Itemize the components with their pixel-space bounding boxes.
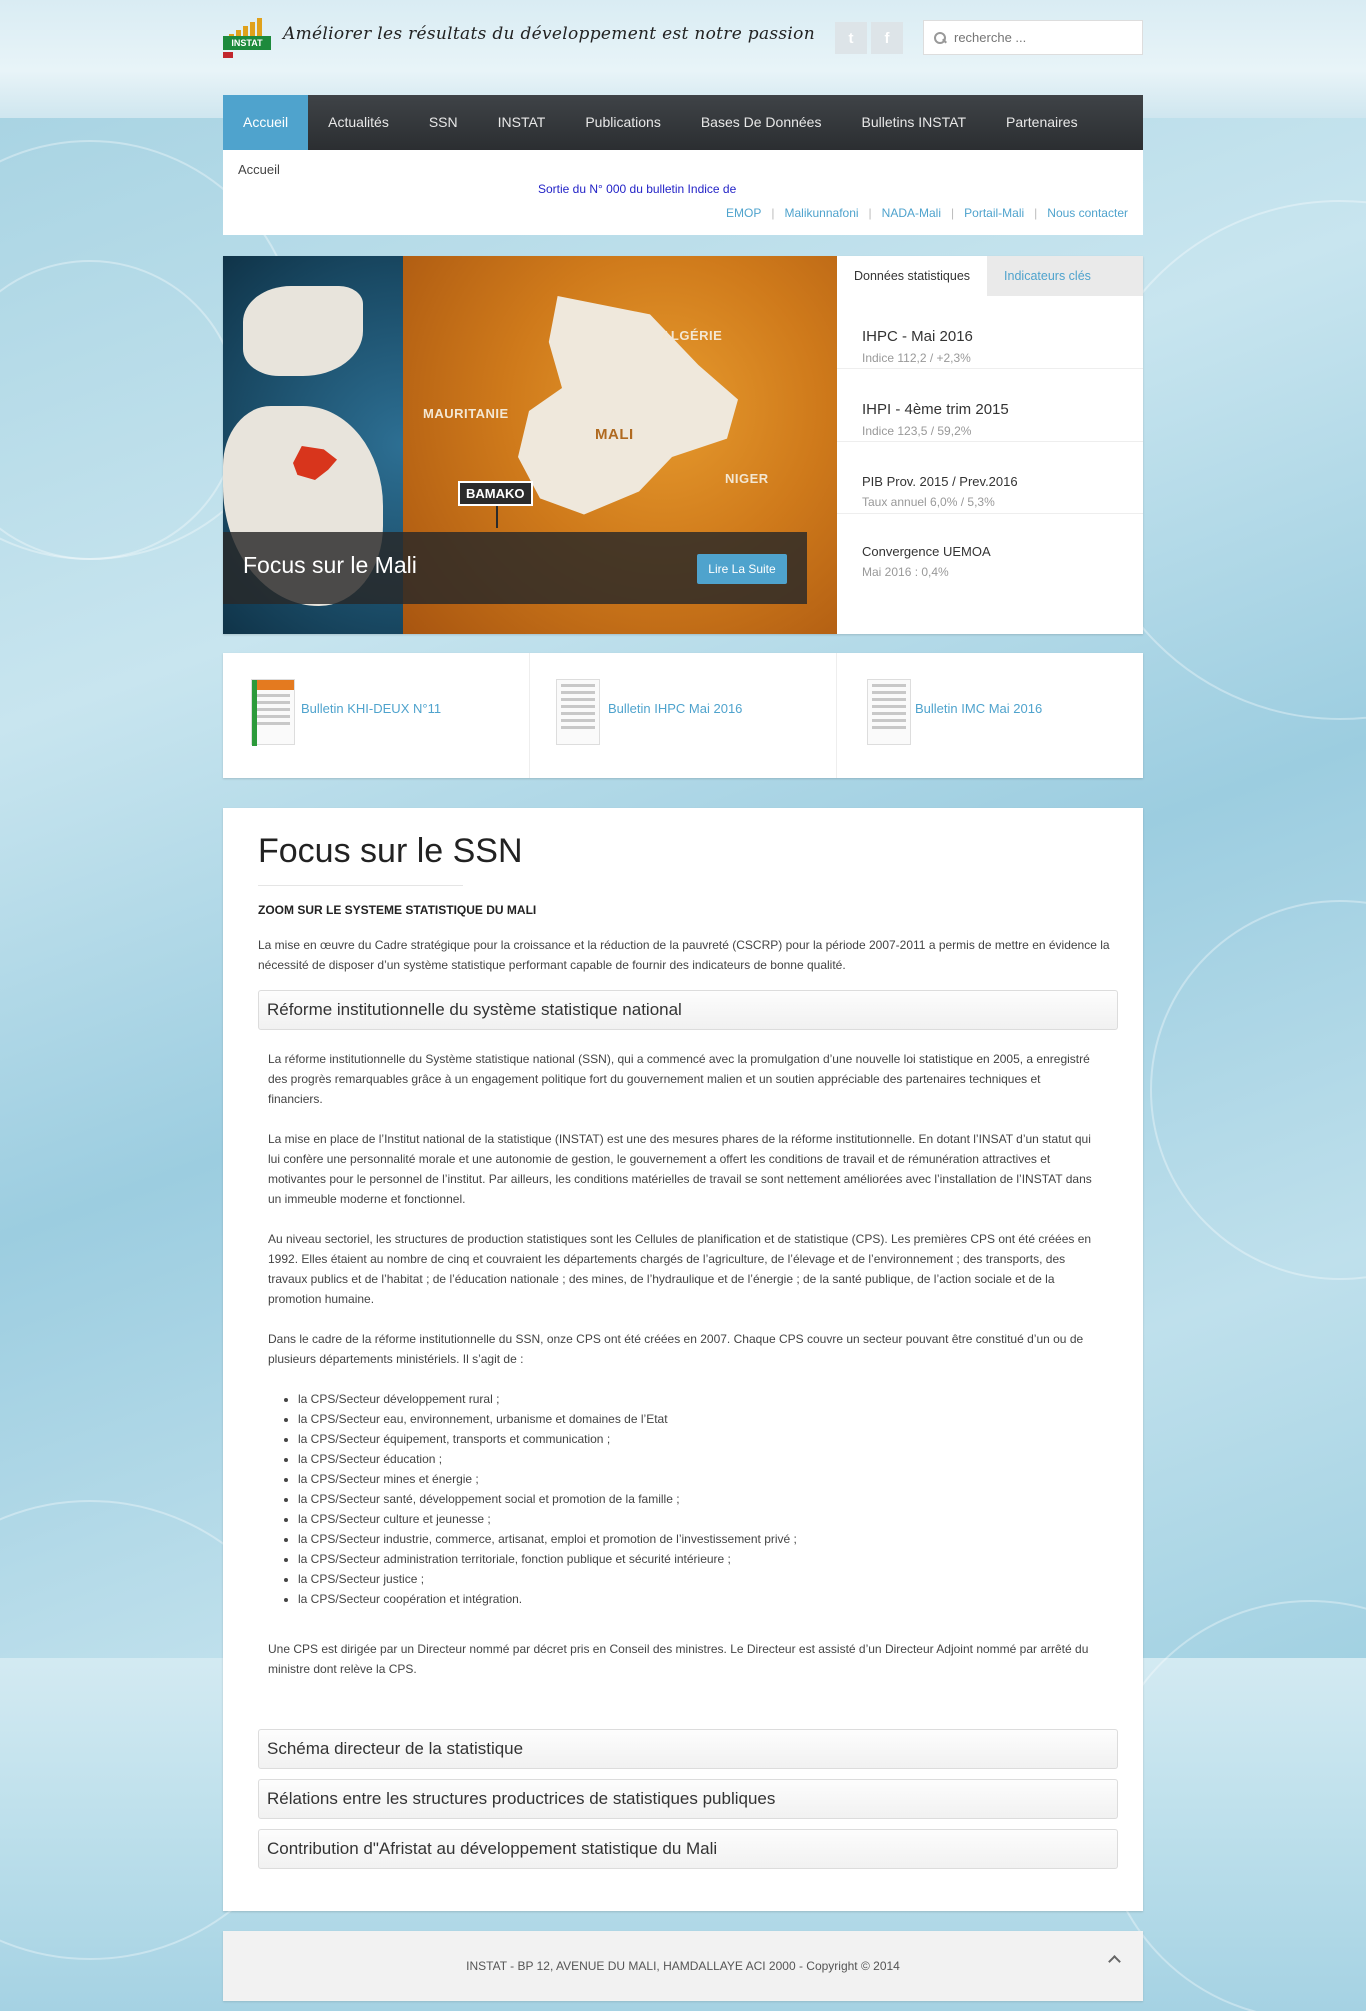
map-label-algerie: ALGÉRIE: [661, 328, 723, 343]
stats-tabs: Données statistiques Indicateurs clés: [837, 256, 1143, 296]
bulletin-card[interactable]: Bulletin IMC Mai 2016: [837, 653, 1143, 778]
stat-item[interactable]: IHPI - 4ème trim 2015 Indice 123,5 / 59,…: [837, 369, 1143, 442]
stat-title: IHPC - Mai 2016: [862, 328, 973, 345]
stat-item[interactable]: PIB Prov. 2015 / Prev.2016 Taux annuel 6…: [837, 442, 1143, 514]
tab-donnees-statistiques[interactable]: Données statistiques: [837, 256, 988, 296]
page-title: Focus sur le SSN: [258, 832, 523, 870]
stat-value: Indice 123,5 / 59,2%: [862, 424, 972, 438]
tab-indicateurs-cles[interactable]: Indicateurs clés: [987, 256, 1108, 296]
accordion-relations[interactable]: Rélations entre les structures productri…: [258, 1779, 1118, 1819]
hero-caption: Focus sur le Mali Lire La Suite: [223, 532, 807, 604]
map-label-mali: MALI: [595, 426, 634, 443]
nav-item-instat[interactable]: INSTAT: [478, 95, 566, 150]
instat-logo[interactable]: INSTAT: [223, 10, 271, 58]
article-intro: La mise en œuvre du Cadre stratégique po…: [258, 938, 1110, 972]
nav-item-partenaires[interactable]: Partenaires: [986, 95, 1098, 150]
quicklink-malikunnafoni[interactable]: Malikunnafoni: [785, 206, 859, 220]
paragraph: Au niveau sectoriel, les structures de p…: [268, 1232, 1092, 1306]
bulletin-card[interactable]: Bulletin IHPC Mai 2016: [530, 653, 837, 778]
quicklink-nous-contacter[interactable]: Nous contacter: [1047, 206, 1128, 220]
stat-title: Convergence UEMOA: [862, 544, 991, 559]
nav-item-accueil[interactable]: Accueil: [223, 95, 309, 150]
paragraph: La mise en place de l’Institut national …: [268, 1132, 1092, 1206]
stat-title: IHPI - 4ème trim 2015: [862, 401, 1009, 418]
stat-item[interactable]: Convergence UEMOA Mai 2016 : 0,4%: [837, 514, 1143, 634]
bulletin-thumbnail: [251, 679, 295, 746]
stat-value: Taux annuel 6,0% / 5,3%: [862, 495, 995, 509]
news-ticker[interactable]: Sortie du N° 000 du bulletin Indice de: [538, 182, 736, 196]
main-nav: Accueil Actualités SSN INSTAT Publicatio…: [223, 95, 1143, 150]
quick-links: EMOP | Malikunnafoni | NADA-Mali | Porta…: [726, 206, 1128, 220]
hero-caption-title: Focus sur le Mali: [243, 552, 417, 578]
list-item: la CPS/Secteur justice ;: [298, 1569, 1098, 1589]
bulletin-link[interactable]: Bulletin KHI-DEUX N°11: [301, 701, 441, 716]
list-item: la CPS/Secteur eau, environnement, urban…: [298, 1409, 1098, 1429]
bulletin-link[interactable]: Bulletin IMC Mai 2016: [915, 701, 1042, 716]
search-box[interactable]: [923, 20, 1143, 55]
list-item: la CPS/Secteur industrie, commerce, arti…: [298, 1529, 1098, 1549]
list-item: la CPS/Secteur équipement, transports et…: [298, 1429, 1098, 1449]
search-input[interactable]: [954, 30, 1124, 45]
chevron-up-icon[interactable]: [1107, 1953, 1121, 1967]
list-item: la CPS/Secteur coopération et intégratio…: [298, 1589, 1098, 1609]
site-tagline: Améliorer les résultats du développement…: [283, 24, 815, 44]
quicklink-portail-mali[interactable]: Portail-Mali: [964, 206, 1024, 220]
read-more-button[interactable]: Lire La Suite: [697, 554, 787, 584]
facebook-icon[interactable]: f: [871, 22, 903, 54]
nav-item-actualites[interactable]: Actualités: [308, 95, 409, 150]
search-icon: [934, 31, 946, 44]
bulletins-row: Bulletin KHI-DEUX N°11 Bulletin IHPC Mai…: [223, 653, 1143, 778]
map-label-niger: NIGER: [725, 471, 769, 486]
site-footer: INSTAT - BP 12, AVENUE DU MALI, HAMDALLA…: [223, 1931, 1143, 2001]
nav-item-bases-de-donnees[interactable]: Bases De Données: [681, 95, 842, 150]
nav-item-ssn[interactable]: SSN: [409, 95, 478, 150]
footer-copyright: INSTAT - BP 12, AVENUE DU MALI, HAMDALLA…: [466, 1959, 900, 1973]
quicklink-nada-mali[interactable]: NADA-Mali: [882, 206, 941, 220]
paragraph: Une CPS est dirigée par un Directeur nom…: [268, 1642, 1089, 1676]
accordion-reforme-body: La réforme institutionnelle du Système s…: [268, 1049, 1098, 1699]
map-label-bamako: BAMAKO: [458, 481, 533, 506]
nav-item-bulletins[interactable]: Bulletins INSTAT: [841, 95, 986, 150]
list-item: la CPS/Secteur développement rural ;: [298, 1389, 1098, 1409]
paragraph: Dans le cadre de la réforme institutionn…: [268, 1332, 1084, 1366]
bulletin-thumbnail: [867, 679, 911, 745]
accordion-afristat[interactable]: Contribution d"Afristat au développement…: [258, 1829, 1118, 1869]
bulletin-thumbnail: [556, 679, 600, 745]
paragraph: La réforme institutionnelle du Système s…: [268, 1052, 1090, 1106]
list-item: la CPS/Secteur administration territoria…: [298, 1549, 1098, 1569]
list-item: la CPS/Secteur mines et énergie ;: [298, 1469, 1098, 1489]
twitter-icon[interactable]: t: [835, 22, 867, 54]
list-item: la CPS/Secteur culture et jeunesse ;: [298, 1509, 1098, 1529]
accordion-schema-directeur[interactable]: Schéma directeur de la statistique: [258, 1729, 1118, 1769]
site-header: INSTAT Améliorer les résultats du dévelo…: [223, 0, 1143, 95]
bulletin-card[interactable]: Bulletin KHI-DEUX N°11: [223, 653, 530, 778]
hero-map-image: ALGÉRIE MAURITANIE MALI NIGER BAMAKO Foc…: [223, 256, 837, 634]
stat-item[interactable]: IHPC - Mai 2016 Indice 112,2 / +2,3%: [837, 296, 1143, 369]
nav-item-publications[interactable]: Publications: [565, 95, 681, 150]
hero-section: ALGÉRIE MAURITANIE MALI NIGER BAMAKO Foc…: [223, 256, 1143, 634]
list-item: la CPS/Secteur santé, développement soci…: [298, 1489, 1098, 1509]
breadcrumb[interactable]: Accueil: [238, 162, 280, 177]
list-item: la CPS/Secteur éducation ;: [298, 1449, 1098, 1469]
stat-title: PIB Prov. 2015 / Prev.2016: [862, 474, 1018, 489]
stat-value: Indice 112,2 / +2,3%: [862, 351, 971, 365]
quicklink-emop[interactable]: EMOP: [726, 206, 761, 220]
article-subhead: ZOOM SUR LE SYSTEME STATISTIQUE DU MALI: [258, 903, 537, 917]
cps-list: la CPS/Secteur développement rural ; la …: [298, 1389, 1098, 1609]
bulletin-link[interactable]: Bulletin IHPC Mai 2016: [608, 701, 742, 716]
breadcrumb-bar: Accueil Sortie du N° 000 du bulletin Ind…: [223, 150, 1143, 235]
accordion-reforme[interactable]: Réforme institutionnelle du système stat…: [258, 990, 1118, 1030]
main-article: Focus sur le SSN ZOOM SUR LE SYSTEME STA…: [223, 808, 1143, 1911]
stat-value: Mai 2016 : 0,4%: [862, 565, 949, 579]
map-label-mauritanie: MAURITANIE: [423, 406, 509, 421]
